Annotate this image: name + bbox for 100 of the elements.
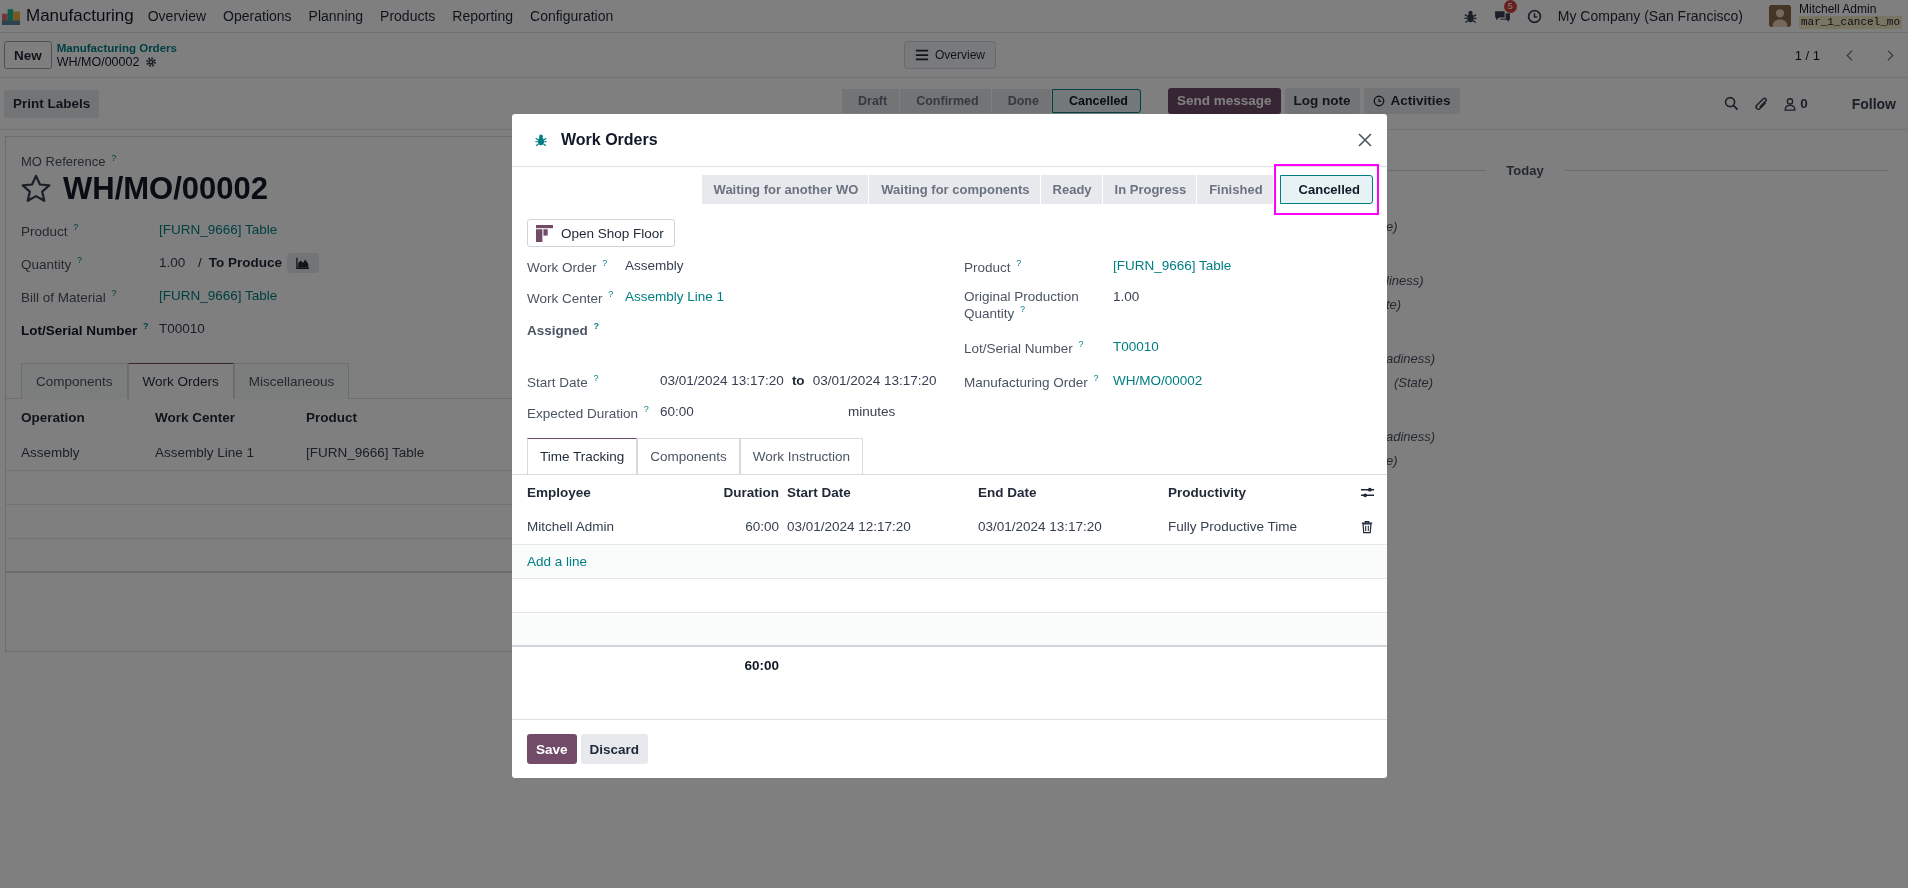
followers-button[interactable]: 0 <box>1783 96 1808 111</box>
tracking-text: e) <box>1386 218 1399 236</box>
tab[interactable]: Miscellaneous <box>233 363 350 400</box>
open-shop-floor-button[interactable]: Open Shop Floor <box>527 219 675 247</box>
field-label: Work Center $^{?}$ <box>527 288 615 305</box>
field-value: Assembly <box>625 258 684 273</box>
menu-item[interactable]: Operations <box>223 8 292 24</box>
new-button[interactable]: New <box>4 41 52 69</box>
table-cell: Assembly Line 1 <box>155 445 255 461</box>
status-step[interactable]: Waiting for components <box>869 175 1041 204</box>
breadcrumb-link[interactable]: Manufacturing Orders <box>56 41 177 55</box>
tab[interactable]: Work Orders <box>127 363 234 400</box>
shop-floor-icon <box>536 224 553 242</box>
tab[interactable]: Components <box>637 438 740 474</box>
date-divider: Today <box>1506 162 1544 178</box>
app-logo-icon[interactable] <box>2 7 20 25</box>
star-icon[interactable] <box>21 174 51 205</box>
field-link[interactable]: T00010 <box>1113 338 1159 354</box>
save-button[interactable]: Save <box>527 734 577 764</box>
unit-label: To Produce <box>208 255 283 271</box>
field-label: Assigned $^{?}$ <box>527 321 600 338</box>
trash-icon[interactable] <box>1360 519 1374 534</box>
table-cell-text: Fully Productive Time <box>1167 519 1299 534</box>
close-icon[interactable] <box>1357 132 1373 148</box>
menu-item[interactable]: Reporting <box>452 8 514 24</box>
forecast-button[interactable] <box>287 252 320 273</box>
field-link[interactable]: WH/MO/00002 <box>1113 373 1203 388</box>
overview-button[interactable]: Overview <box>904 41 996 69</box>
menu-item[interactable]: Configuration <box>530 8 614 24</box>
tracking-text: te) <box>1386 296 1403 314</box>
total-value: 60:00 <box>743 657 780 673</box>
table-cell-text: 60:00 <box>744 519 780 534</box>
column-header: Operation <box>21 409 85 425</box>
menu-item[interactable]: Overview <box>147 8 207 24</box>
menu-item[interactable]: Planning <box>308 8 364 24</box>
status-step[interactable]: Finished <box>1197 175 1274 204</box>
discard-button[interactable]: Discard <box>580 734 649 764</box>
field-label: Quantity $^{?}$ <box>21 254 84 272</box>
log-note-button[interactable]: Log note <box>1284 87 1360 114</box>
dialog-title: Work Orders <box>561 131 659 149</box>
search-icon[interactable] <box>1724 96 1740 111</box>
column-header: Product <box>306 409 357 425</box>
print-labels-button[interactable]: Print Labels <box>4 89 100 118</box>
menu-item[interactable]: Products <box>380 8 436 24</box>
tracking-text: liness) <box>1386 272 1425 290</box>
add-line-link[interactable]: Add a line <box>527 554 588 569</box>
gear-icon[interactable] <box>145 56 158 68</box>
column-header: Start Date <box>786 484 852 500</box>
status-step[interactable]: Done <box>991 88 1052 113</box>
range-separator: to <box>791 373 805 388</box>
field-link[interactable]: [FURN_9666] Table <box>1113 258 1232 273</box>
company-switcher[interactable]: My Company (San Francisco) <box>1557 8 1743 24</box>
field-label: Lot/Serial Number $^{?}$ <box>21 320 150 338</box>
follow-button[interactable]: Follow <box>1851 95 1896 112</box>
table-cell-text: Mitchell Admin <box>526 519 616 534</box>
tracking-text: adiness) <box>1386 428 1437 446</box>
field-link[interactable]: [FURN_9666] Table <box>159 222 278 238</box>
field-link[interactable]: Assembly Line 1 <box>625 288 725 304</box>
status-step[interactable]: Confirmed <box>900 88 992 113</box>
table-cell: [FURN_9666] Table <box>306 445 425 461</box>
date-value: 03/01/2024 13:17:20 <box>812 373 937 388</box>
table-cell: Assembly <box>21 445 80 461</box>
tab[interactable]: Time Tracking <box>527 438 638 474</box>
tab[interactable]: Components <box>21 363 128 400</box>
status-step[interactable]: In Progress <box>1102 175 1198 204</box>
record-title: WH/MO/00002 <box>63 171 268 208</box>
bug-icon[interactable] <box>1462 8 1478 24</box>
menu-icon <box>915 48 929 62</box>
unit-label: minutes <box>848 403 896 419</box>
table-cell-text: 03/01/2024 12:17:20 <box>786 519 912 534</box>
app-name[interactable]: Manufacturing <box>26 6 134 26</box>
field-label: Manufacturing Order $^{?}$ <box>964 373 1100 390</box>
status-step[interactable]: Waiting for another WO <box>701 175 870 204</box>
status-step[interactable]: Cancelled <box>1051 88 1141 113</box>
field-link[interactable]: [FURN_9666] Table <box>159 288 278 304</box>
record-title: WH/MO/00002 <box>56 55 140 69</box>
send-message-button[interactable]: Send message <box>1168 87 1281 114</box>
field-label: Lot/Serial Number $^{?}$ <box>964 338 1085 355</box>
database-name: mar_1_cancel_mo <box>1798 16 1902 29</box>
message-count-badge: 5 <box>1503 0 1517 13</box>
status-step[interactable]: Cancelled <box>1279 175 1373 204</box>
clock-icon[interactable] <box>1526 8 1542 24</box>
field-label: Start Date $^{?}$ <box>527 373 600 390</box>
field-label: MO Reference $^{?}$ <box>20 153 118 170</box>
tracking-text: e) <box>1386 452 1399 470</box>
field-label: Bill of Material $^{?}$ <box>21 287 118 305</box>
column-header: Productivity <box>1167 484 1247 500</box>
field-value: T00010 <box>159 321 205 337</box>
field-value: 60:00 <box>660 403 695 419</box>
user-avatar[interactable] <box>1768 5 1791 27</box>
status-step[interactable]: Draft <box>842 88 901 113</box>
column-header: End Date <box>977 484 1038 500</box>
paperclip-icon[interactable] <box>1753 95 1770 112</box>
date-value: 03/01/2024 13:17:20 <box>660 373 784 388</box>
column-header: Employee <box>526 484 592 500</box>
column-header: Work Center <box>155 409 236 425</box>
activities-button[interactable]: Activities <box>1363 87 1460 114</box>
tab[interactable]: Work Instruction <box>739 438 864 474</box>
status-step[interactable]: Ready <box>1040 175 1103 204</box>
user-name: Mitchell Admin <box>1798 3 1878 16</box>
